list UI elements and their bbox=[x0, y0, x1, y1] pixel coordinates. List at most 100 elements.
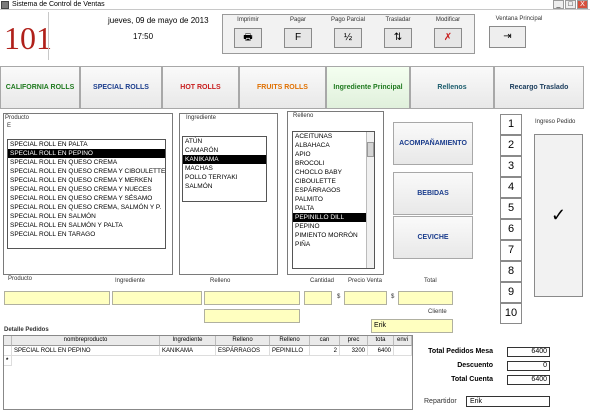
relleno-list[interactable]: ACEITUNAS ALBAHACA APIO BROCOLI CHOCLO B… bbox=[292, 131, 375, 269]
table-cell[interactable]: 6400 bbox=[368, 346, 394, 356]
column-header[interactable]: prec bbox=[340, 336, 368, 346]
new-row-marker[interactable]: * bbox=[4, 356, 12, 366]
maximize-button[interactable]: □ bbox=[565, 0, 576, 9]
descuento-field[interactable]: 0 bbox=[507, 361, 550, 371]
quantity-button-8[interactable]: 8 bbox=[500, 261, 522, 282]
total-field[interactable] bbox=[398, 291, 453, 305]
ceviche-button[interactable]: CEVICHE bbox=[393, 216, 473, 259]
quantity-button-1[interactable]: 1 bbox=[500, 114, 522, 135]
list-item[interactable]: APIO bbox=[293, 150, 374, 159]
list-item[interactable]: BROCOLI bbox=[293, 159, 374, 168]
ingrediente-field[interactable] bbox=[112, 291, 202, 305]
table-cell[interactable]: 3200 bbox=[340, 346, 368, 356]
quantity-button-7[interactable]: 7 bbox=[500, 240, 522, 261]
column-header[interactable]: tota bbox=[368, 336, 394, 346]
list-item[interactable]: CHOCLO BABY bbox=[293, 168, 374, 177]
list-item[interactable]: SPECIAL ROLL EN QUESO CREMA bbox=[8, 158, 165, 167]
quantity-button-3[interactable]: 3 bbox=[500, 156, 522, 177]
list-item[interactable]: PALMITO bbox=[293, 195, 374, 204]
minimize-button[interactable]: _ bbox=[553, 0, 564, 9]
list-item-selected[interactable]: PEPINILLO DILL bbox=[293, 213, 374, 222]
list-item[interactable]: SPECIAL ROLL EN QUESO CREMA Y CIBOULETTE bbox=[8, 167, 165, 176]
list-item[interactable]: PIÑA bbox=[293, 240, 374, 249]
list-item[interactable]: SPECIAL ROLL EN SALMÓN bbox=[8, 212, 165, 221]
list-item[interactable]: SALMÓN bbox=[183, 182, 266, 191]
list-item[interactable]: POLLO TERIYAKI bbox=[183, 173, 266, 182]
list-item[interactable]: SPECIAL ROLL EN QUESO CREMA Y MERKEN bbox=[8, 176, 165, 185]
pay-button[interactable]: Pagar F bbox=[273, 15, 323, 53]
modify-button[interactable]: Modificar ✗ bbox=[423, 15, 473, 53]
category-california-rolls[interactable]: CALIFORNIA ROLLS bbox=[0, 66, 80, 109]
list-item[interactable]: SPECIAL ROLL EN QUESO CREMA, SALMÓN Y P. bbox=[8, 203, 165, 212]
producto-filter[interactable]: E bbox=[7, 123, 11, 129]
list-item[interactable]: SPECIAL ROLL EN QUESO CREMA Y SÉSAMO bbox=[8, 194, 165, 203]
detalle-grid[interactable]: nombreproducto Ingrediente Relleno Relle… bbox=[3, 335, 413, 410]
column-header[interactable]: Relleno bbox=[270, 336, 310, 346]
table-cell[interactable]: KANIKAMA bbox=[160, 346, 216, 356]
ingrediente-list[interactable]: ATÚN CAMARÓN KANIKAMA MACHAS POLLO TERIY… bbox=[182, 136, 267, 202]
category-fruits-rolls[interactable]: FRUITS ROLLS bbox=[239, 66, 326, 109]
list-item[interactable]: SPECIAL ROLL EN QUESO CREMA Y NUECES bbox=[8, 185, 165, 194]
cliente-field[interactable]: Erik bbox=[371, 319, 453, 333]
producto-field[interactable] bbox=[4, 291, 110, 305]
list-item[interactable]: CIBOULETTE bbox=[293, 177, 374, 186]
list-item[interactable]: PALTA bbox=[293, 204, 374, 213]
table-cell[interactable]: 2 bbox=[310, 346, 340, 356]
list-item[interactable]: PEPINO bbox=[293, 222, 374, 231]
exit-icon[interactable]: ⇥ bbox=[489, 26, 526, 48]
checkmark-icon[interactable]: ✓ bbox=[534, 134, 583, 297]
column-header[interactable]: Ingrediente bbox=[160, 336, 216, 346]
partial-pay-button[interactable]: Pago Parcial ½ bbox=[323, 15, 373, 53]
quantity-button-5[interactable]: 5 bbox=[500, 198, 522, 219]
list-item[interactable]: ATÚN bbox=[183, 137, 266, 146]
list-item-selected[interactable]: SPECIAL ROLL EN PEPINO bbox=[8, 149, 165, 158]
quantity-button-6[interactable]: 6 bbox=[500, 219, 522, 240]
close-button[interactable]: X bbox=[577, 0, 588, 9]
quantity-button-4[interactable]: 4 bbox=[500, 177, 522, 198]
total-pedidos-mesa-value: 6400 bbox=[507, 347, 550, 357]
category-ingrediente-principal[interactable]: Ingrediente Principal bbox=[326, 66, 410, 109]
table-cell[interactable]: PEPINILLO bbox=[270, 346, 310, 356]
column-header[interactable]: nombreproducto bbox=[12, 336, 160, 346]
quantity-button-9[interactable]: 9 bbox=[500, 282, 522, 303]
row-selector[interactable] bbox=[4, 346, 12, 356]
column-header[interactable]: envi bbox=[394, 336, 412, 346]
quantity-button-2[interactable]: 2 bbox=[500, 135, 522, 156]
relleno-scrollbar[interactable] bbox=[366, 132, 374, 268]
repartidor-field[interactable]: Erik bbox=[466, 396, 550, 407]
list-item-selected[interactable]: KANIKAMA bbox=[183, 155, 266, 164]
list-item[interactable]: SPECIAL ROLL EN SALMÓN Y PALTA bbox=[8, 221, 165, 230]
list-item[interactable]: SPECIAL ROLL EN TARAGO bbox=[8, 230, 165, 239]
table-cell[interactable]: ESPÁRRAGOS bbox=[216, 346, 270, 356]
category-recargo-traslado[interactable]: Recargo Traslado bbox=[494, 66, 584, 109]
list-item[interactable]: ESPÁRRAGOS bbox=[293, 186, 374, 195]
quantity-button-10[interactable]: 10 bbox=[500, 303, 522, 324]
header-divider bbox=[48, 12, 49, 60]
producto-list[interactable]: SPECIAL ROLL EN PALTA SPECIAL ROLL EN PE… bbox=[7, 139, 166, 249]
category-rellenos[interactable]: Rellenos bbox=[410, 66, 494, 109]
list-item[interactable]: ACEITUNAS bbox=[293, 132, 374, 141]
list-item[interactable]: SPECIAL ROLL EN PALTA bbox=[8, 140, 165, 149]
bebidas-button[interactable]: BEBIDAS bbox=[393, 172, 473, 215]
category-hot-rolls[interactable]: HOT ROLLS bbox=[162, 66, 239, 109]
column-header[interactable]: can bbox=[310, 336, 340, 346]
precio-field[interactable] bbox=[344, 291, 387, 305]
pay-icon: F bbox=[284, 28, 312, 48]
list-item[interactable]: ALBAHACA bbox=[293, 141, 374, 150]
table-cell[interactable]: SPECIAL ROLL EN PEPINO bbox=[12, 346, 160, 356]
cantidad-field[interactable] bbox=[304, 291, 332, 305]
category-special-rolls[interactable]: SPECIAL ROLLS bbox=[80, 66, 162, 109]
list-item[interactable]: CAMARÓN bbox=[183, 146, 266, 155]
transfer-button[interactable]: Trasladar ⇅ bbox=[373, 15, 423, 53]
total-cuenta-label: Total Cuenta bbox=[451, 376, 493, 383]
print-button[interactable]: Imprimir 🖶 bbox=[223, 15, 273, 53]
acompanamiento-button[interactable]: ACOMPAÑAMIENTO bbox=[393, 122, 473, 165]
relleno-field[interactable] bbox=[204, 291, 300, 305]
app-icon bbox=[1, 1, 9, 9]
scrollbar-thumb[interactable] bbox=[367, 142, 374, 157]
main-window-label: Ventana Principal bbox=[495, 16, 543, 22]
column-header[interactable]: Relleno bbox=[216, 336, 270, 346]
list-item[interactable]: PIMIENTO MORRÓN bbox=[293, 231, 374, 240]
list-item[interactable]: MACHAS bbox=[183, 164, 266, 173]
relleno-extra-field[interactable] bbox=[204, 309, 300, 323]
